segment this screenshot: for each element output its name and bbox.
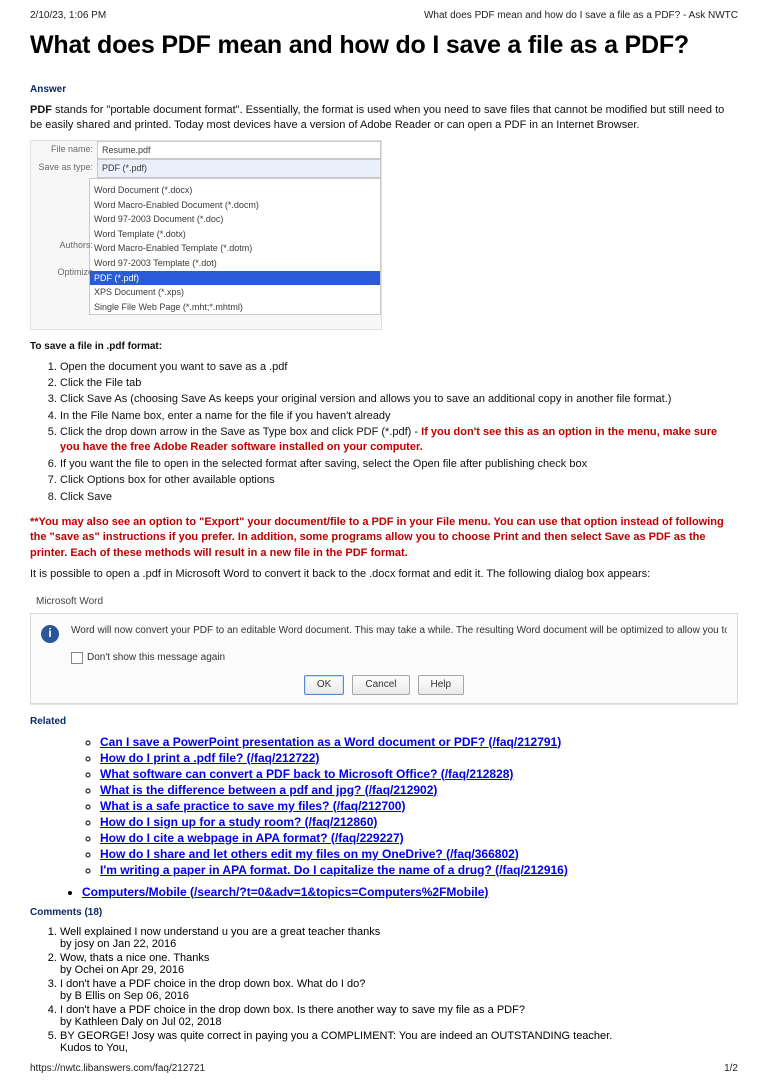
savetype-option: Word Template (*.dotx) — [90, 227, 380, 242]
comment-byline: by Kathleen Daly on Jul 02, 2018 — [60, 1016, 221, 1028]
savetype-option: Word 97-2003 Document (*.doc) — [90, 212, 380, 227]
comments-label: Comments (18) — [30, 907, 738, 918]
filename-value: Resume.pdf — [97, 141, 381, 160]
step-item: Click Options box for other available op… — [60, 473, 738, 488]
answer-label: Answer — [30, 84, 738, 95]
optimize-label: Optimize — [31, 264, 97, 281]
step-item: If you want the file to open in the sele… — [60, 457, 738, 472]
to-save-heading: To save a file in .pdf format: — [30, 340, 738, 354]
filename-label: File name: — [31, 141, 97, 160]
savetype-option: Word Macro-Enabled Document (*.docm) — [90, 198, 380, 213]
steps-list: Open the document you want to save as a … — [30, 360, 738, 506]
comment-text: Wow, thats a nice one. Thanks — [60, 952, 209, 964]
intro-bold: PDF — [30, 104, 52, 116]
comments-list: Well explained I now understand u you ar… — [30, 926, 738, 1054]
related-link[interactable]: What software can convert a PDF back to … — [100, 767, 513, 781]
topic-list: Computers/Mobile (/search/?t=0&adv=1&top… — [30, 885, 738, 899]
dont-show-again-row: Don't show this message again — [71, 651, 727, 665]
page-indicator: 1/2 — [724, 1063, 738, 1074]
print-footer: https://nwtc.libanswers.com/faq/212721 1… — [30, 1063, 738, 1074]
step-item: Open the document you want to save as a … — [60, 360, 738, 375]
comment-item: Wow, thats a nice one. Thanks by Ochei o… — [60, 952, 738, 976]
cancel-button: Cancel — [352, 675, 409, 695]
topic-link[interactable]: Computers/Mobile (/search/?t=0&adv=1&top… — [82, 885, 488, 899]
ok-button: OK — [304, 675, 344, 695]
comment-byline: by B Ellis on Sep 06, 2016 — [60, 990, 189, 1002]
comment-extra: Kudos to You, — [60, 1042, 128, 1054]
convert-line: It is possible to open a .pdf in Microso… — [30, 567, 738, 582]
answer-body: PDF stands for "portable document format… — [30, 103, 738, 704]
print-timestamp: 2/10/23, 1:06 PM — [30, 10, 106, 21]
comment-item: I don't have a PDF choice in the drop do… — [60, 1004, 738, 1028]
related-link[interactable]: Can I save a PowerPoint presentation as … — [100, 735, 561, 749]
comment-byline: by josy on Jan 22, 2016 — [60, 938, 176, 950]
savetype-value: PDF (*.pdf) — [97, 159, 381, 178]
related-link[interactable]: What is the difference between a pdf and… — [100, 783, 437, 797]
savetype-option: Word Macro-Enabled Template (*.dotm) — [90, 241, 380, 256]
print-url: https://nwtc.libanswers.com/faq/212721 — [30, 1063, 205, 1074]
comment-item: I don't have a PDF choice in the drop do… — [60, 978, 738, 1002]
related-link[interactable]: What is a safe practice to save my files… — [100, 799, 405, 813]
export-note: **You may also see an option to "Export"… — [30, 515, 738, 561]
word-dialog-title: Microsoft Word — [30, 591, 738, 613]
step-item: Click the drop down arrow in the Save as… — [60, 425, 738, 456]
intro-paragraph: PDF stands for "portable document format… — [30, 103, 738, 134]
comment-text: I don't have a PDF choice in the drop do… — [60, 1004, 525, 1016]
savetype-option: Word Document (*.docx) — [90, 183, 380, 198]
related-link[interactable]: How do I cite a webpage in APA format? (… — [100, 831, 404, 845]
intro-rest: stands for "portable document format". E… — [30, 104, 724, 131]
savetype-option: Word 97-2003 Template (*.dot) — [90, 256, 380, 271]
dont-show-again-label: Don't show this message again — [87, 651, 225, 665]
comment-text: I don't have a PDF choice in the drop do… — [60, 978, 365, 990]
comment-item: BY GEORGE! Josy was quite correct in pay… — [60, 1030, 738, 1054]
related-list: Can I save a PowerPoint presentation as … — [30, 735, 738, 877]
word-dialog-message: Word will now convert your PDF to an edi… — [71, 624, 727, 638]
comment-text: Well explained I now understand u you ar… — [60, 926, 380, 938]
savetype-label: Save as type: — [31, 159, 97, 178]
related-label: Related — [30, 716, 738, 727]
comment-text: BY GEORGE! Josy was quite correct in pay… — [60, 1030, 612, 1042]
info-icon: i — [41, 625, 59, 643]
word-dialog-screenshot: Microsoft Word i Word will now convert y… — [30, 591, 738, 704]
related-link[interactable]: I'm writing a paper in APA format. Do I … — [100, 863, 568, 877]
saveas-screenshot: File name: Resume.pdf Save as type: PDF … — [30, 140, 382, 330]
step-item: Click the File tab — [60, 376, 738, 391]
print-doc-title: What does PDF mean and how do I save a f… — [424, 10, 738, 21]
comment-item: Well explained I now understand u you ar… — [60, 926, 738, 950]
page-title: What does PDF mean and how do I save a f… — [30, 31, 738, 60]
comment-byline: by Ochei on Apr 29, 2016 — [60, 964, 184, 976]
checkbox-icon — [71, 652, 83, 664]
related-link[interactable]: How do I print a .pdf file? (/faq/212722… — [100, 751, 319, 765]
step-item: Click Save As (choosing Save As keeps yo… — [60, 392, 738, 407]
help-button: Help — [418, 675, 465, 695]
related-link[interactable]: How do I share and let others edit my fi… — [100, 847, 519, 861]
related-link[interactable]: How do I sign up for a study room? (/faq… — [100, 815, 377, 829]
step-item: In the File Name box, enter a name for t… — [60, 409, 738, 424]
step-item: Click Save — [60, 490, 738, 505]
authors-label: Authors: — [31, 237, 97, 254]
print-header: 2/10/23, 1:06 PM What does PDF mean and … — [30, 10, 738, 21]
